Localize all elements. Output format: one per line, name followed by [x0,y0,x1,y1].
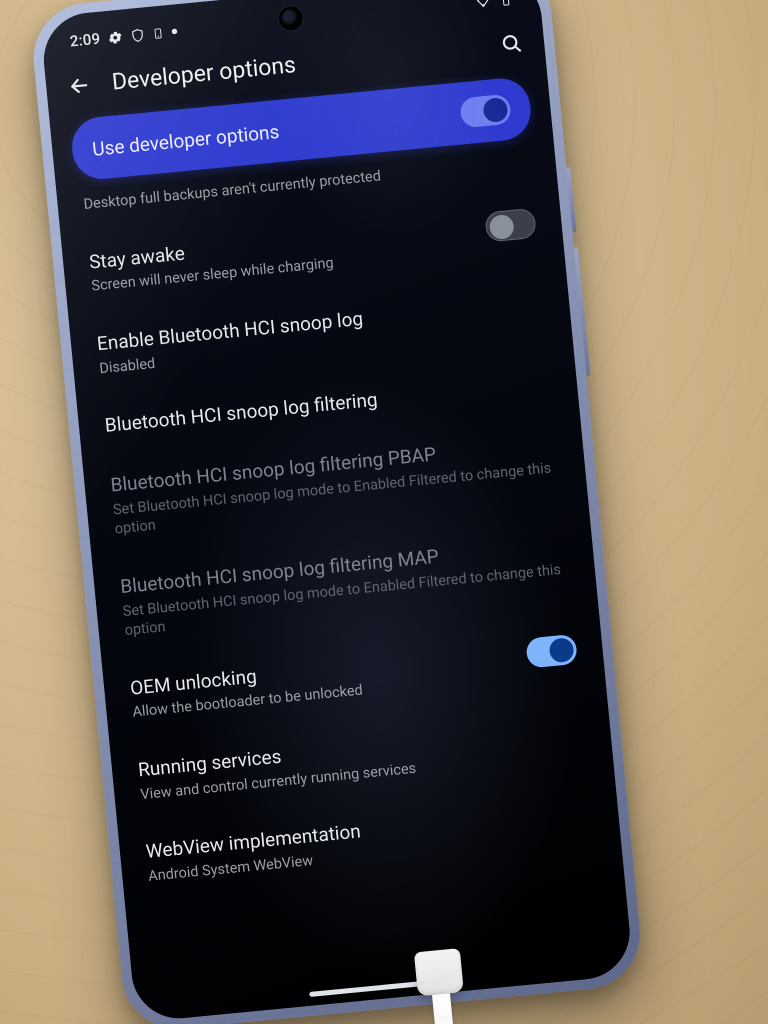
toggle-switch[interactable] [525,634,578,669]
settings-list[interactable]: Desktop full backups aren't currently pr… [57,150,623,907]
toggle-switch[interactable] [459,94,512,129]
privacy-shield-icon [130,27,145,43]
status-time: 2:09 [69,30,101,51]
page-title: Developer options [111,51,297,96]
search-button[interactable] [497,30,525,58]
toggle-switch[interactable] [484,207,537,242]
phone-status-icon [152,25,164,41]
dot-icon [172,28,179,35]
screen: 2:09 [39,0,634,1023]
back-button[interactable] [65,71,93,99]
wifi-icon [473,0,492,10]
pill-label: Use developer options [91,119,280,160]
power-button[interactable] [566,167,576,232]
battery-icon [499,0,513,9]
phone-frame: 2:09 [29,0,645,1024]
volume-rocker[interactable] [574,247,590,377]
settings-gear-icon [107,29,123,45]
